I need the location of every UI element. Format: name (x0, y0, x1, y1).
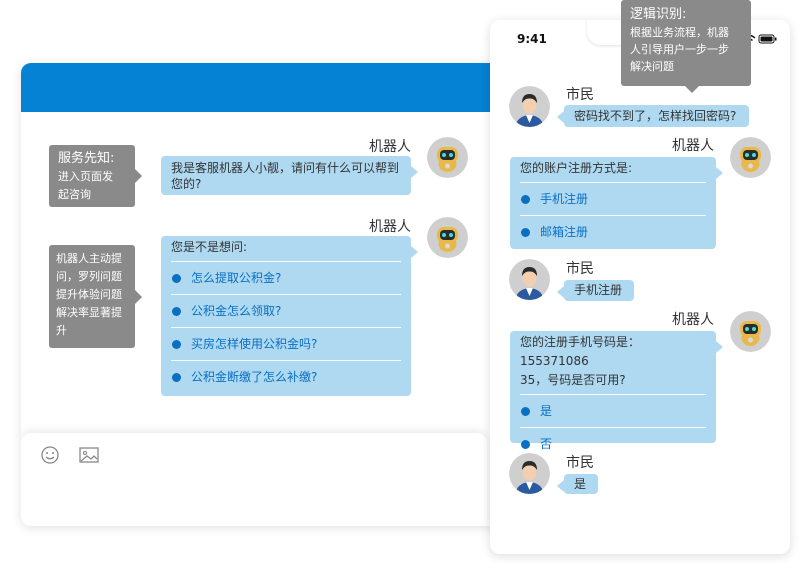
message-text: 手机注册 (574, 283, 623, 297)
robot-avatar (730, 311, 771, 352)
message-text: 我是客服机器人小靓，请问有什么可以帮到 (171, 161, 400, 175)
registration-option[interactable]: 手机注册 (520, 182, 706, 215)
sender-name: 机器人 (369, 219, 411, 235)
callout-title: 服务先知: (58, 151, 115, 166)
suggested-question-option[interactable]: 买房怎样使用公积金吗? (171, 327, 401, 360)
callout-text: 解决率显著提 (56, 306, 122, 319)
message-text: 您的账户注册方式是: (520, 161, 633, 175)
bot-message-bubble: 您是不是想问: 怎么提取公积金? 公积金怎么领取? 买房怎样使用公积金吗? 公积… (161, 236, 418, 396)
message-text: 是 (574, 477, 587, 491)
status-time: 9:41 (517, 32, 547, 46)
callout-text: 提升体验问题 (56, 288, 122, 301)
callout-text: 起咨询 (58, 188, 91, 201)
callout-text: 机器人主动提 (56, 252, 122, 265)
user-message-bubble: 密码找不到了，怎样找回密码? (557, 105, 749, 127)
robot-avatar (427, 137, 468, 178)
image-icon[interactable] (78, 445, 100, 465)
callout-title: 逻辑识别: (630, 7, 687, 22)
sender-name: 市民 (566, 261, 594, 277)
smiley-icon[interactable] (39, 445, 61, 465)
registration-option[interactable]: 邮箱注册 (520, 215, 706, 248)
message-text: 您是不是想问: (171, 240, 248, 254)
user-message-bubble: 手机注册 (557, 280, 634, 301)
confirm-option-yes[interactable]: 是 (520, 394, 706, 427)
sender-name: 市民 (566, 455, 594, 471)
callout-text: 解决问题 (630, 60, 674, 73)
callout-text: 根据业务流程，机器 (630, 26, 729, 39)
callout-text: 问，罗列问题 (56, 270, 122, 283)
message-text: 您的? (171, 177, 202, 191)
callout-text: 进入页面发 (58, 170, 113, 183)
logic-recognition-callout: 逻辑识别: 根据业务流程，机器 人引导用户一步一步 解决问题 (621, 0, 751, 93)
suggested-question-option[interactable]: 公积金断缴了怎么补缴? (171, 360, 401, 393)
sender-name: 机器人 (369, 139, 411, 155)
message-text: 密码找不到了，怎样找回密码? (574, 109, 737, 123)
confirm-option-no[interactable]: 否 (520, 427, 706, 460)
bot-message-bubble: 您的账户注册方式是: 手机注册 邮箱注册 (510, 157, 723, 249)
bot-message-bubble: 我是客服机器人小靓，请问有什么可以帮到 您的? (161, 156, 418, 195)
message-input-area[interactable] (21, 433, 487, 526)
sender-name: 市民 (566, 87, 594, 103)
robot-avatar (427, 217, 468, 258)
bot-message-bubble: 您的注册手机号码是：155371086 35，号码是否可用? 是 否 (510, 331, 723, 451)
user-message-bubble: 是 (557, 474, 598, 494)
callout-text: 人引导用户一步一步 (630, 43, 729, 56)
message-text: 您的注册手机号码是：155371086 (520, 335, 641, 368)
citizen-avatar (509, 86, 550, 127)
suggested-question-option[interactable]: 公积金怎么领取? (171, 294, 401, 327)
suggested-question-option[interactable]: 怎么提取公积金? (171, 261, 401, 294)
citizen-avatar (509, 259, 550, 300)
service-notice-callout: 服务先知: 进入页面发 起咨询 (49, 145, 142, 207)
message-text: 35，号码是否可用? (520, 373, 626, 387)
citizen-avatar (509, 453, 550, 494)
sender-name: 机器人 (672, 312, 714, 328)
callout-text: 升 (56, 324, 67, 337)
proactive-question-callout: 机器人主动提 问，罗列问题 提升体验问题 解决率显著提 升 (49, 245, 142, 348)
chat-header-bar (21, 63, 511, 112)
robot-avatar (730, 137, 771, 178)
sender-name: 机器人 (672, 138, 714, 154)
